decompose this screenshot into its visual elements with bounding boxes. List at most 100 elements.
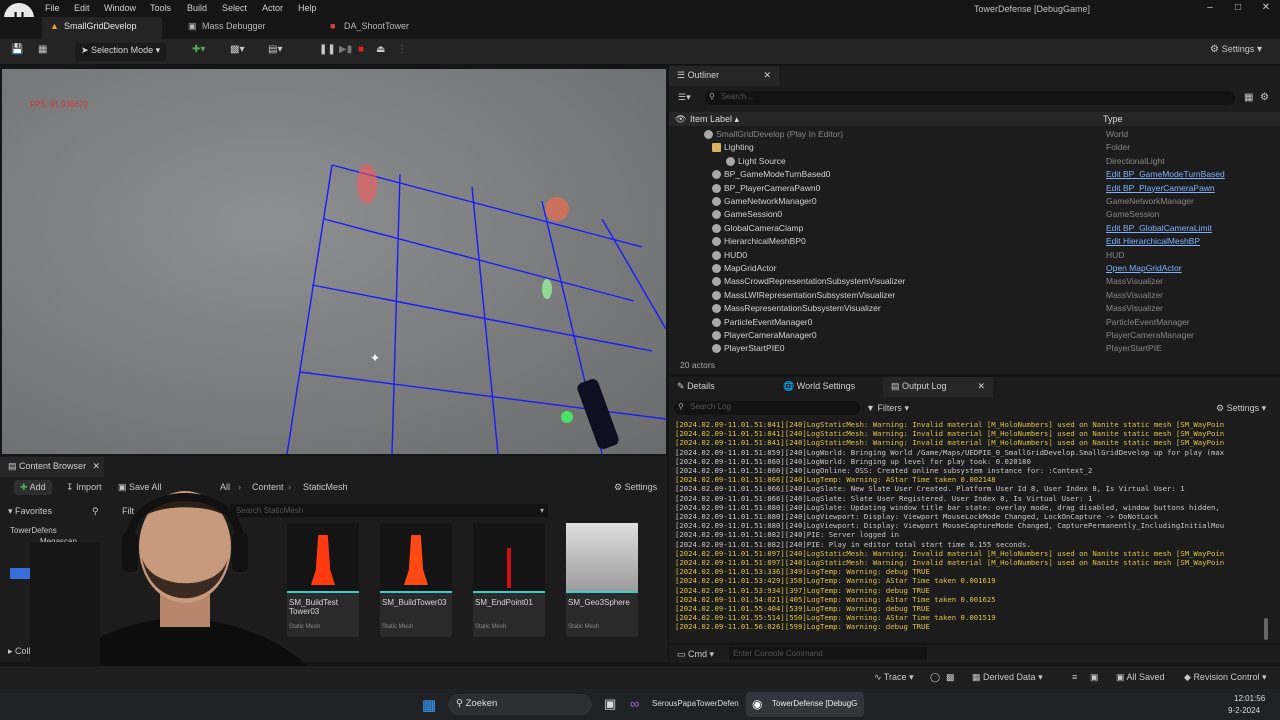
pause-button[interactable]: ❚❚ (319, 44, 336, 55)
menu-tools[interactable]: Tools (150, 3, 171, 13)
close-icon[interactable]: ✕ (1252, 2, 1280, 16)
actor-icon (712, 210, 721, 220)
outliner-row[interactable]: MassRepresentationSubsystemVisualizer Mas… (669, 302, 1269, 315)
outliner-row[interactable]: GameSession0 GameSession (669, 208, 1269, 221)
outliner-edit-link[interactable]: Edit BP_GlobalCameraLimit (1106, 223, 1212, 233)
particle-effect (545, 197, 569, 221)
gear-icon[interactable]: ⚙ (1260, 92, 1269, 103)
filters-dropdown[interactable]: ▼ Filters ▾ (866, 403, 909, 414)
outliner-row[interactable]: ParticleEventManager0 ParticleEventManage… (669, 316, 1269, 329)
level-viewport[interactable]: ✦ FPS: 91.936670 (2, 69, 666, 454)
outliner-row[interactable]: MassLWIRepresentationSubsystemVisualizer… (669, 289, 1269, 302)
menu-edit[interactable]: Edit (74, 3, 90, 13)
log-settings-button[interactable]: ⚙ Settings ▾ (1216, 403, 1266, 414)
tab-outliner[interactable]: ☰ Outliner ✕ (669, 66, 779, 86)
outliner-edit-link[interactable]: Edit BP_GameModeTurnBased (1106, 169, 1225, 179)
outliner-edit-link[interactable]: Open MapGridActor (1106, 263, 1182, 273)
actor-icon (712, 197, 721, 206)
outliner-edit-link[interactable]: Edit BP_PlayerCameraPawn (1106, 183, 1215, 193)
menu-select[interactable]: Select (222, 3, 247, 13)
outliner-row[interactable]: GameNetworkManager0 GameNetworkManager (669, 195, 1269, 208)
content-icon[interactable]: ▣ (1090, 672, 1099, 683)
cb-settings-button[interactable]: ⚙ Settings (614, 482, 657, 493)
outliner-row[interactable]: HierarchicalMeshBP0 Edit HierarchicalMesh… (669, 235, 1269, 248)
save-icon[interactable]: 💾 (11, 44, 23, 55)
outliner-row[interactable]: BP_GameModeTurnBased0 Edit BP_GameModeTur… (669, 168, 1269, 181)
outliner-edit-link[interactable]: Edit HierarchicalMeshBP (1106, 236, 1200, 246)
close-icon[interactable]: ✕ (977, 381, 985, 392)
outliner-row[interactable]: PlayerStartPIE0 PlayerStartPIE (669, 342, 1269, 355)
outliner-row[interactable]: SmallGridDevelop (Play In Editor) World (669, 128, 1269, 141)
outliner-row-label: PlayerStartPIE0 (724, 343, 785, 354)
taskbar-app-ue[interactable]: ◉ TowerDefense [DebugG (746, 692, 864, 717)
console-input[interactable]: Enter Console Command (729, 647, 927, 660)
outliner-row[interactable]: PlayerCameraManager0 PlayerCameraManager (669, 329, 1269, 342)
camera-icon[interactable]: ▩ (946, 672, 955, 683)
outliner-row-type: MassVisualizer (1106, 276, 1164, 287)
asset-type: Static Mesh (475, 624, 507, 630)
add-folder-icon[interactable]: ▦ (1244, 92, 1253, 103)
more-options-icon[interactable]: ⋮ (397, 44, 407, 55)
add-actor-icon[interactable]: ✚▾ (192, 44, 205, 55)
menu-window[interactable]: Window (104, 3, 136, 13)
log-scrollbar[interactable] (1264, 618, 1268, 640)
all-saved-indicator[interactable]: ▣ All Saved (1116, 672, 1165, 683)
asset-thumbnail (473, 523, 545, 593)
eject-button[interactable]: ⏏ (376, 44, 385, 55)
derived-data-button[interactable]: ▦ Derived Data ▾ (972, 672, 1043, 683)
menu-actor[interactable]: Actor (262, 3, 283, 13)
visibility-icon[interactable]: 👁 (675, 114, 686, 125)
blueprint-icon[interactable]: ▩▾ (230, 44, 244, 55)
windows-start-icon[interactable]: ▦ (422, 696, 436, 714)
asset-tile[interactable]: SM_Geo3Sphere Static Mesh (566, 523, 638, 637)
outliner-row[interactable]: GlobalCameraClamp Edit BP_GlobalCameraLim… (669, 222, 1269, 235)
tab-da-shoottower[interactable]: ■ DA_ShootTower (322, 17, 442, 39)
arrow-icon: ➤ (81, 45, 92, 55)
tab-details[interactable]: ✎ Details (669, 377, 774, 397)
tab-output-log[interactable]: ▤ Output Log ✕ (883, 377, 993, 397)
tab-mass-debugger[interactable]: ▣ Mass Debugger (180, 17, 290, 39)
menu-build[interactable]: Build (187, 3, 207, 13)
outliner-search-input[interactable]: ⚲ Search... (705, 91, 1235, 105)
column-item-label[interactable]: Item Label ▴ (690, 114, 739, 125)
log-output[interactable]: [2024.02.09-11.01.51:841][240]LogStaticM… (675, 420, 1267, 640)
selection-mode-dropdown[interactable]: ➤ Selection Mode ▾ (75, 43, 167, 61)
record-icon[interactable]: ◯ (930, 672, 940, 683)
settings-button[interactable]: ⚙ Settings ▾ (1210, 44, 1262, 55)
log-line: [2024.02.09-11.01.51:897][240]LogStaticM… (675, 558, 1225, 568)
outliner-row-label: BP_GameModeTurnBased0 (724, 169, 831, 180)
tab-world-settings[interactable]: 🌐 World Settings (775, 377, 881, 397)
filter-icon[interactable]: ☰▾ (678, 92, 691, 103)
play-button[interactable]: ▶▮ (339, 44, 352, 55)
outliner-row[interactable]: Lighting Folder (669, 141, 1269, 154)
menu-file[interactable]: File (45, 3, 60, 13)
minimize-icon[interactable]: – (1196, 2, 1224, 16)
menu-help[interactable]: Help (298, 3, 317, 13)
taskbar-app-vs[interactable]: SerousPapaTowerDefen (652, 699, 739, 708)
outliner-row[interactable]: Light Source DirectionalLight (669, 155, 1269, 168)
outliner-row-type: MassVisualizer (1106, 289, 1164, 300)
cmd-dropdown[interactable]: ▭ Cmd ▾ (677, 649, 714, 660)
outliner-row[interactable]: MassCrowdRepresentationSubsystemVisualiz… (669, 275, 1269, 288)
trace-button[interactable]: ∿ Trace ▾ (874, 672, 914, 683)
browse-icon[interactable]: ▦ (38, 44, 47, 55)
outliner-row[interactable]: BP_PlayerCameraPawn0 Edit BP_PlayerCamera… (669, 182, 1269, 195)
maximize-icon[interactable]: □ (1224, 2, 1252, 16)
tab-smallgriddevelop[interactable]: ▲ SmallGridDevelop (42, 17, 162, 39)
visual-studio-icon[interactable]: ∞ (630, 696, 639, 711)
asset-tile[interactable]: SM_BuildTower03 Static Mesh (380, 523, 452, 637)
asset-tile[interactable]: SM_EndPoint01 Static Mesh (473, 523, 545, 637)
cinematics-icon[interactable]: ▤▾ (268, 44, 282, 55)
clock-date: 9-2-2024 (1228, 706, 1261, 715)
file-explorer-icon[interactable]: ▣ (604, 696, 616, 712)
tower-mesh (577, 379, 619, 449)
source-control-icon[interactable]: ≡ (1072, 672, 1077, 682)
outliner-row[interactable]: MapGridActor Open MapGridActor (669, 262, 1269, 275)
outliner-row[interactable]: HUD0 HUD (669, 249, 1269, 262)
revision-control-button[interactable]: ◆ Revision Control ▾ (1184, 672, 1267, 683)
stop-button[interactable]: ■ (358, 44, 364, 55)
taskbar-search[interactable]: ⚲ Zoeken (448, 694, 592, 715)
log-search-input[interactable]: ⚲ Search Log (674, 401, 860, 415)
column-type[interactable]: Type (1103, 114, 1123, 124)
close-icon[interactable]: ✕ (763, 70, 771, 81)
